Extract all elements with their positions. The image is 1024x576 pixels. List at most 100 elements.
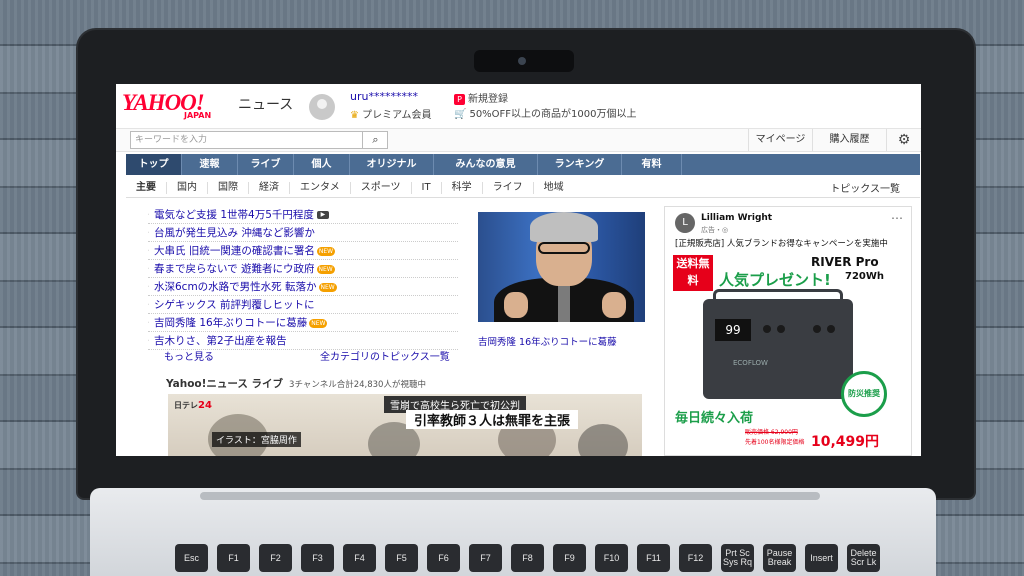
section-title[interactable]: ニュース (238, 94, 293, 114)
limited-offer: 先着100名様限定価格 (745, 439, 805, 446)
signup-icon: P (454, 94, 465, 105)
tab-main[interactable]: 主要 (126, 181, 167, 194)
key-f6[interactable]: F6 (427, 544, 460, 572)
tab-domestic[interactable]: 国内 (167, 181, 208, 194)
key-f11[interactable]: F11 (637, 544, 670, 572)
key-pause[interactable]: Pause Break (763, 544, 796, 572)
nav-item-original[interactable]: オリジナル (350, 154, 434, 175)
key-f8[interactable]: F8 (511, 544, 544, 572)
search-input[interactable]: キーワードを入力 (130, 131, 388, 149)
key-f9[interactable]: F9 (553, 544, 586, 572)
more-options-icon[interactable]: ⋯ (891, 211, 903, 225)
key-prtsc[interactable]: Prt Sc Sys Rq (721, 544, 754, 572)
old-price: 販売価格 62,900円 (745, 429, 798, 436)
function-key-row: Esc F1 F2 F3 F4 F5 F6 F7 F8 F9 F10 F11 F… (175, 544, 880, 572)
device-handle (713, 289, 843, 301)
headline-item[interactable]: 大串氏 旧統一関連の確認書に署名NEW (148, 242, 458, 260)
nav-item-ranking[interactable]: ランキング (538, 154, 622, 175)
ad-image[interactable]: 送料無料 人気プレゼント! RIVER Pro 720Wh 99 ECOFLOW… (673, 251, 905, 455)
device-port (763, 325, 771, 333)
ad-headline: 人気プレゼント! (719, 271, 831, 289)
nav-item-live[interactable]: ライブ (238, 154, 294, 175)
tab-region[interactable]: 地域 (534, 182, 574, 194)
more-link[interactable]: もっと見る (164, 348, 214, 363)
purchase-history-link[interactable]: 購入履歴 (812, 129, 886, 151)
illustration-credit: イラスト：宮脇周作 (212, 432, 301, 447)
key-delete[interactable]: Delete Scr Lk (847, 544, 880, 572)
nav-item-paid[interactable]: 有料 (622, 154, 682, 175)
tab-sports[interactable]: スポーツ (351, 181, 412, 194)
gear-icon[interactable]: ⚙ (886, 129, 921, 151)
advertiser-name[interactable]: Lilliam Wright (701, 213, 772, 223)
search-icon[interactable]: ⌕ (362, 131, 388, 149)
headline-text: 台風が発生見込み 沖縄など影響か (154, 227, 315, 239)
nav-item-top[interactable]: トップ (126, 154, 182, 175)
tab-it[interactable]: IT (412, 181, 442, 194)
username[interactable]: uru********* (350, 90, 418, 103)
headline-item[interactable]: 台風が発生見込み 沖縄など影響か (148, 224, 458, 242)
live-title[interactable]: Yahoo!ニュース ライブ (166, 378, 283, 390)
headline-item[interactable]: 水深6cmの水路で男性水死 転落かNEW (148, 278, 458, 296)
key-f12[interactable]: F12 (679, 544, 712, 572)
signup-link[interactable]: P 新規登録 (454, 90, 508, 105)
channel-number: 24 (198, 400, 212, 411)
key-f2[interactable]: F2 (259, 544, 292, 572)
new-badge: NEW (318, 282, 337, 292)
tab-life[interactable]: ライフ (483, 181, 534, 194)
device-port (777, 325, 785, 333)
key-f4[interactable]: F4 (343, 544, 376, 572)
laptop-hinge (200, 492, 820, 500)
headline-text: 吉木りさ、第2子出産を報告 (154, 335, 287, 347)
all-categories-link[interactable]: 全カテゴリのトピックス一覧 (320, 348, 450, 363)
browser-screen: YAHOO! JAPAN ニュース uru********* ♛ プレミアム会員… (116, 84, 921, 456)
promo-link[interactable]: 🛒 50%OFF以上の商品が1000万個以上 (454, 105, 637, 120)
key-f3[interactable]: F3 (301, 544, 334, 572)
video-icon: ▶ (316, 211, 329, 219)
user-avatar-icon[interactable] (309, 94, 335, 120)
photo-figure-tie (558, 282, 570, 322)
key-f7[interactable]: F7 (469, 544, 502, 572)
new-badge: NEW (309, 318, 328, 328)
headline-item[interactable]: 春まで戻らないで 遊難者にウ政府NEW (148, 260, 458, 278)
premium-member[interactable]: ♛ プレミアム会員 (350, 106, 431, 121)
headline-item[interactable]: シゲキックス 前評判覆しヒットに (148, 296, 458, 314)
sponsored-label: 広告・◎ (701, 225, 728, 235)
live-section-header: Yahoo!ニュース ライブ 3チャンネル合計24,830人が視聴中 (166, 376, 426, 391)
tab-international[interactable]: 国際 (208, 181, 249, 194)
category-nav: 主要 国内 国際 経済 エンタメ スポーツ IT 科学 ライフ 地域 トピックス… (126, 178, 920, 198)
signup-label: 新規登録 (468, 94, 508, 105)
tab-entertainment[interactable]: エンタメ (290, 181, 351, 194)
headline-list: 電気など支援 1世帯4万5千円程度▶ 台風が発生見込み 沖縄など影響か 大串氏 … (148, 206, 458, 350)
headline-text: 春まで戻らないで 遊難者にウ政府 (154, 263, 315, 275)
advertiser-avatar: L (675, 213, 695, 233)
cart-icon: 🛒 (454, 109, 467, 120)
mypage-link[interactable]: マイページ (748, 129, 812, 151)
courtroom-sketch-figure (578, 424, 628, 456)
sponsored-ad[interactable]: L Lilliam Wright 広告・◎ ⋯ [正規販売店] 人気ブランドお得… (664, 206, 912, 456)
key-insert[interactable]: Insert (805, 544, 838, 572)
photo-figure-glasses (538, 242, 590, 254)
key-f5[interactable]: F5 (385, 544, 418, 572)
tab-science[interactable]: 科学 (442, 181, 483, 194)
tab-economy[interactable]: 経済 (249, 181, 290, 194)
restock-text: 毎日続々入荷 (675, 411, 754, 426)
device-port (827, 325, 835, 333)
sponsored-text: 広告・ (701, 226, 722, 234)
nav-item-breaking[interactable]: 速報 (182, 154, 238, 175)
headline-item[interactable]: 電気など支援 1世帯4万5千円程度▶ (148, 206, 458, 224)
yahoo-logo-sub: JAPAN (184, 111, 212, 120)
headline-item[interactable]: 吉岡秀隆 16年ぶりコトーに葛藤NEW (148, 314, 458, 332)
news-photo[interactable] (478, 212, 645, 322)
product-capacity: 720Wh (845, 271, 885, 282)
key-f10[interactable]: F10 (595, 544, 628, 572)
disaster-prep-seal: 防災推奨 (841, 371, 887, 417)
key-esc[interactable]: Esc (175, 544, 208, 572)
live-video-player[interactable]: 日テレ24 イラスト：宮脇周作 雪崩で高校生ら死亡で初公判 引率教師３人は無罪を… (168, 394, 642, 456)
nav-item-opinions[interactable]: みんなの意見 (434, 154, 538, 175)
search-row: キーワードを入力 ⌕ マイページ 購入履歴 ⚙ (116, 128, 921, 152)
nav-item-personal[interactable]: 個人 (294, 154, 350, 175)
key-f1[interactable]: F1 (217, 544, 250, 572)
topics-list-link[interactable]: トピックス一覧 (830, 180, 900, 195)
photo-caption[interactable]: 吉岡秀隆 16年ぶりコトーに葛藤 (478, 334, 617, 348)
channel-logo: 日テレ24 (174, 400, 212, 411)
